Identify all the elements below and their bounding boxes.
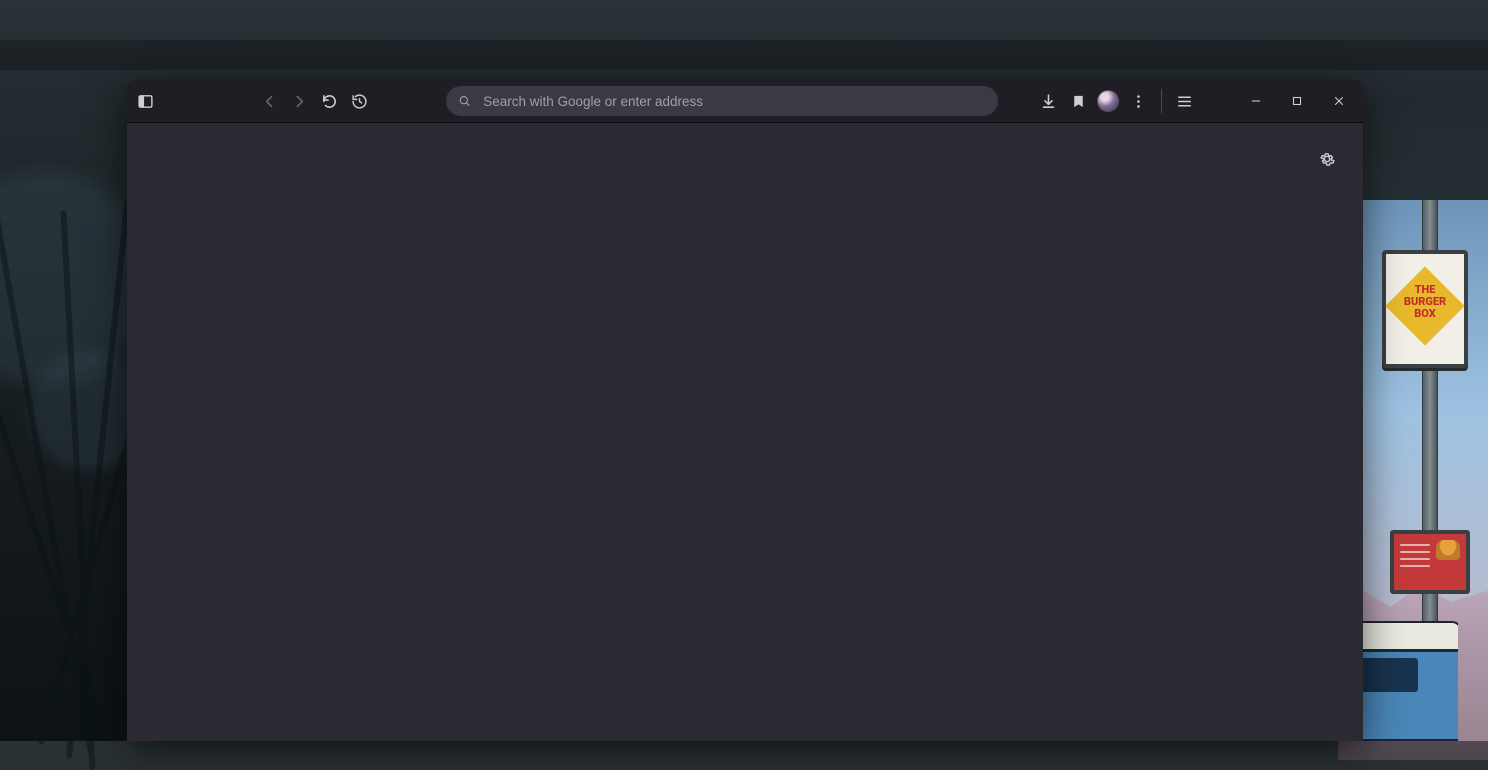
extensions-button[interactable] — [1125, 85, 1151, 117]
gear-icon — [1318, 150, 1336, 168]
wallpaper-sign: THE BURGER BOX — [1382, 250, 1468, 368]
avatar-icon — [1097, 90, 1119, 112]
hamburger-icon — [1176, 93, 1193, 110]
bookmarks-button[interactable] — [1066, 85, 1092, 117]
search-icon — [458, 94, 471, 108]
browser-window — [127, 80, 1363, 741]
sidebar-toggle-button[interactable] — [133, 85, 159, 117]
browser-content-area — [127, 123, 1363, 741]
download-icon — [1040, 93, 1057, 110]
panel-icon — [137, 93, 154, 110]
wallpaper-menu-sign — [1390, 530, 1470, 594]
reload-button[interactable] — [316, 85, 342, 117]
chevron-left-icon — [261, 93, 278, 110]
close-button[interactable] — [1320, 85, 1357, 117]
history-icon — [351, 93, 368, 110]
app-menu-button[interactable] — [1172, 85, 1198, 117]
close-icon — [1332, 94, 1346, 108]
address-input[interactable] — [481, 93, 986, 110]
wallpaper-van — [1348, 621, 1458, 741]
chevron-right-icon — [291, 93, 308, 110]
wallpaper-cables — [0, 80, 140, 741]
downloads-button[interactable] — [1036, 85, 1062, 117]
forward-button[interactable] — [287, 85, 313, 117]
minimize-icon — [1249, 94, 1263, 108]
address-bar[interactable] — [446, 86, 998, 116]
wallpaper-sign-text: THE BURGER BOX — [1386, 284, 1464, 320]
bookmark-icon — [1070, 93, 1087, 110]
toolbar-divider — [1161, 89, 1162, 113]
account-button[interactable] — [1095, 85, 1121, 117]
maximize-icon — [1290, 94, 1304, 108]
browser-toolbar — [127, 80, 1363, 123]
reload-icon — [321, 93, 338, 110]
history-button[interactable] — [346, 85, 372, 117]
minimize-button[interactable] — [1238, 85, 1275, 117]
newtab-settings-button[interactable] — [1311, 143, 1343, 175]
back-button[interactable] — [257, 85, 283, 117]
maximize-button[interactable] — [1279, 85, 1316, 117]
kebab-icon — [1130, 93, 1147, 110]
